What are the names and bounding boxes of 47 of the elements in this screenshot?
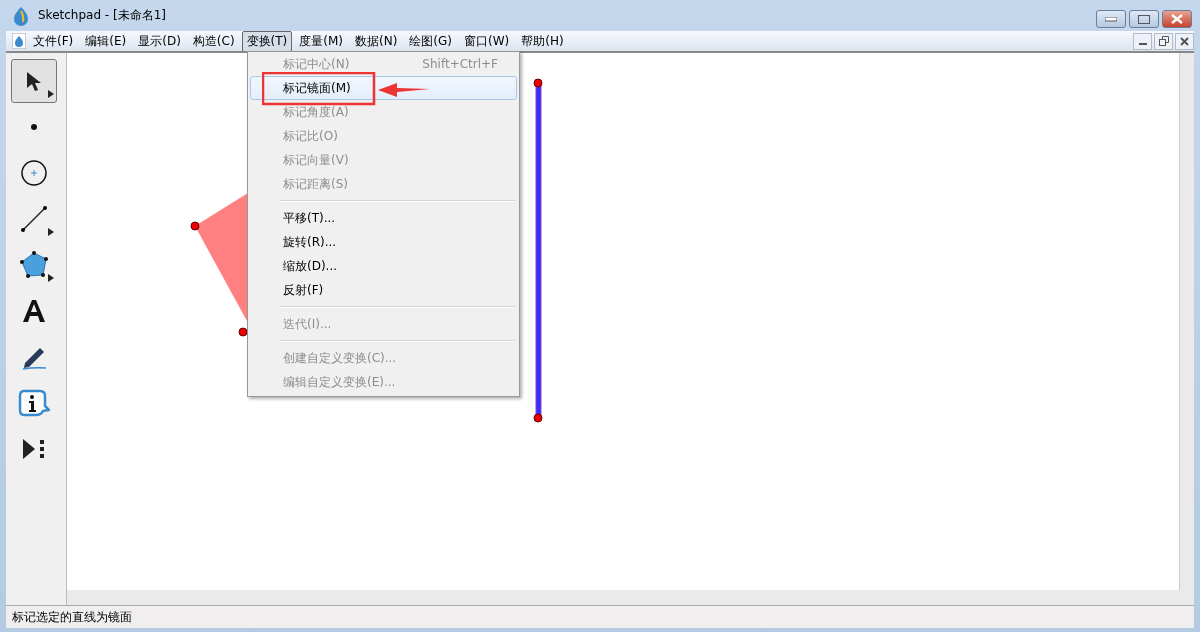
minimize-button[interactable] — [1096, 10, 1126, 28]
horizontal-scrollbar[interactable] — [67, 590, 1194, 605]
menu-item[interactable]: 平移(T)... — [250, 206, 517, 230]
maximize-icon — [1138, 14, 1150, 24]
menu-item[interactable]: 变换(T) — [241, 30, 293, 52]
minimize-button[interactable] — [1133, 32, 1152, 50]
restore-icon — [1158, 36, 1169, 46]
menu-item[interactable]: 编辑(E) — [80, 30, 132, 52]
menu-item[interactable]: 文件(F) — [28, 30, 79, 52]
point — [238, 327, 248, 337]
close-button[interactable] — [1175, 32, 1194, 50]
close-button[interactable] — [1162, 10, 1192, 28]
submenu-arrow-icon — [48, 90, 54, 98]
menu-item[interactable]: 标记镜面(M) — [250, 76, 517, 100]
document-icon — [12, 33, 26, 49]
info-bubble-icon — [18, 388, 50, 418]
window-title: Sketchpad - [未命名1] — [38, 7, 166, 24]
menu-item[interactable]: 旋转(R)... — [250, 230, 517, 254]
submenu-arrow-icon — [48, 228, 54, 236]
pentagon-icon — [19, 251, 49, 279]
vertical-scrollbar[interactable] — [1179, 53, 1194, 590]
minimize-icon — [1105, 16, 1117, 22]
menu-item[interactable]: 数据(N) — [350, 30, 403, 52]
line-segment-icon — [20, 205, 48, 233]
menu-item[interactable]: 显示(D) — [133, 30, 186, 52]
menu-item[interactable]: 构造(C) — [187, 30, 240, 52]
maximize-button[interactable] — [1129, 10, 1159, 28]
tool-button[interactable] — [11, 59, 57, 103]
letter-tool-icon — [21, 298, 47, 324]
restore-button[interactable] — [1154, 32, 1173, 50]
submenu-arrow-icon — [48, 274, 54, 282]
menu-item[interactable]: 窗口(W) — [459, 30, 515, 52]
circle-icon — [20, 159, 48, 187]
menu-item[interactable]: 度量(M) — [294, 30, 348, 52]
point — [533, 413, 543, 423]
custom-tool-icon — [21, 437, 47, 461]
status-text: 标记选定的直线为镜面 — [12, 608, 132, 626]
menu-item[interactable]: 帮助(H) — [516, 30, 569, 52]
close-icon — [1171, 14, 1183, 24]
menu-item[interactable]: 缩放(D)... — [250, 254, 517, 278]
menu-item[interactable]: 反射(F) — [250, 278, 517, 302]
point — [533, 78, 543, 88]
close-icon — [1180, 36, 1189, 46]
point-icon — [30, 123, 38, 131]
menu-item[interactable]: 绘图(G) — [404, 30, 457, 52]
point — [190, 221, 200, 231]
app-logo-icon — [12, 5, 30, 26]
